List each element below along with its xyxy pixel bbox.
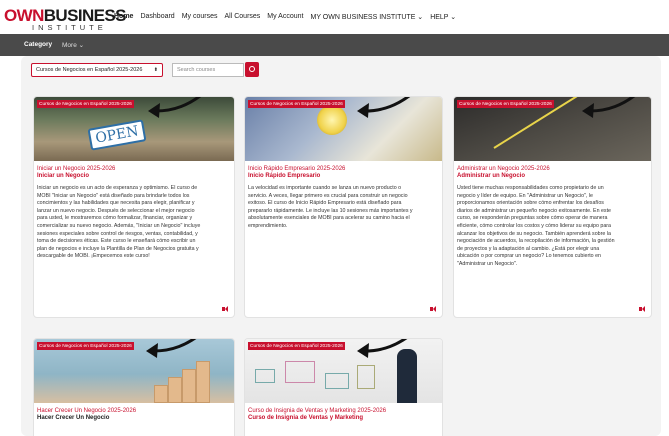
lightbulb-image <box>317 105 347 135</box>
doodle-image <box>255 369 275 383</box>
course-category: Curso de Insignia de Ventas y Marketing … <box>248 408 387 414</box>
course-card[interactable]: Cursos de Negocios en Español 2025-2026 … <box>453 96 652 318</box>
arrow-annotation-icon <box>148 97 202 118</box>
block-image <box>196 361 210 403</box>
block-image <box>182 369 196 403</box>
course-category: Administrar un Negocio 2025-2026 <box>457 166 550 172</box>
course-title[interactable]: Inicio Rápido Empresario <box>248 173 320 179</box>
arrow-annotation-icon <box>146 339 197 358</box>
category-select[interactable]: Cursos de Negocios en Español 2025-2026 … <box>31 63 163 77</box>
course-card[interactable]: Cursos de Negocios en Español 2025-2026 … <box>244 338 443 436</box>
course-title[interactable]: Hacer Crecer Un Negocio <box>37 415 109 421</box>
own-business-logo[interactable]: OWNBUSINESS INSTITUTE <box>4 6 126 32</box>
arrow-annotation-icon <box>582 97 636 118</box>
course-description: Iniciar un negocio es un acto de esperan… <box>37 185 201 260</box>
course-card[interactable]: OPEN Cursos de Negocios en Español 2025-… <box>33 96 235 318</box>
menu-my-courses[interactable]: My courses <box>182 13 218 21</box>
search-input[interactable]: Search courses <box>172 63 244 77</box>
category-badge: Cursos de Negocios en Español 2025-2026 <box>248 342 345 350</box>
audio-icon[interactable] <box>637 305 647 313</box>
course-description: Usted tiene muchas responsabilidades com… <box>457 185 615 267</box>
course-title[interactable]: Administrar un Negocio <box>457 173 525 179</box>
menu-home[interactable]: Home <box>114 13 133 21</box>
category-select-value: Cursos de Negocios en Español 2025-2026 <box>36 67 143 73</box>
open-sign: OPEN <box>87 119 147 151</box>
block-image <box>168 377 182 403</box>
menu-institute[interactable]: MY OWN BUSINESS INSTITUTE ⌄ <box>310 13 423 21</box>
course-description: La velocidad es importante cuando se lan… <box>248 185 413 229</box>
secondary-nav: Category More ⌄ <box>0 34 669 56</box>
course-title[interactable]: Iniciar un Negocio <box>37 173 89 179</box>
chevron-down-icon: ⬍ <box>153 67 158 73</box>
audio-icon[interactable] <box>220 305 230 313</box>
course-category: Inicio Rápido Empresario 2025-2026 <box>248 166 346 172</box>
category-badge: Cursos de Negocios en Español 2025-2026 <box>37 100 134 108</box>
main-menu: Home Dashboard My courses All Courses My… <box>114 13 456 21</box>
course-card[interactable]: Cursos de Negocios en Español 2025-2026 … <box>33 338 235 436</box>
arrow-annotation-icon <box>357 339 408 358</box>
course-category: Iniciar un Negocio 2025-2026 <box>37 166 116 172</box>
audio-icon[interactable] <box>428 305 438 313</box>
category-badge: Cursos de Negocios en Español 2025-2026 <box>457 100 554 108</box>
doodle-image <box>285 361 315 383</box>
menu-help[interactable]: HELP ⌄ <box>430 13 456 21</box>
doodle-image <box>325 373 349 389</box>
course-title[interactable]: Curso de Insignia de Ventas y Marketing <box>248 415 363 421</box>
menu-all-courses[interactable]: All Courses <box>225 13 261 21</box>
doodle-image <box>357 365 375 389</box>
course-category: Hacer Crecer Un Negocio 2025-2026 <box>37 408 137 414</box>
menu-dashboard[interactable]: Dashboard <box>140 13 174 21</box>
arrow-annotation-icon <box>357 97 411 118</box>
logo-subtext: INSTITUTE <box>32 23 107 32</box>
category-badge: Cursos de Negocios en Español 2025-2026 <box>248 100 345 108</box>
search-icon[interactable] <box>245 62 259 77</box>
category-tab[interactable]: Category <box>24 41 52 48</box>
top-navigation: OWNBUSINESS INSTITUTE Home Dashboard My … <box>0 0 669 34</box>
block-image <box>154 385 168 403</box>
menu-my-account[interactable]: My Account <box>267 13 303 21</box>
more-menu[interactable]: More ⌄ <box>62 41 84 49</box>
course-card[interactable]: Cursos de Negocios en Español 2025-2026 … <box>244 96 443 318</box>
category-badge: Cursos de Negocios en Español 2025-2026 <box>37 342 134 350</box>
